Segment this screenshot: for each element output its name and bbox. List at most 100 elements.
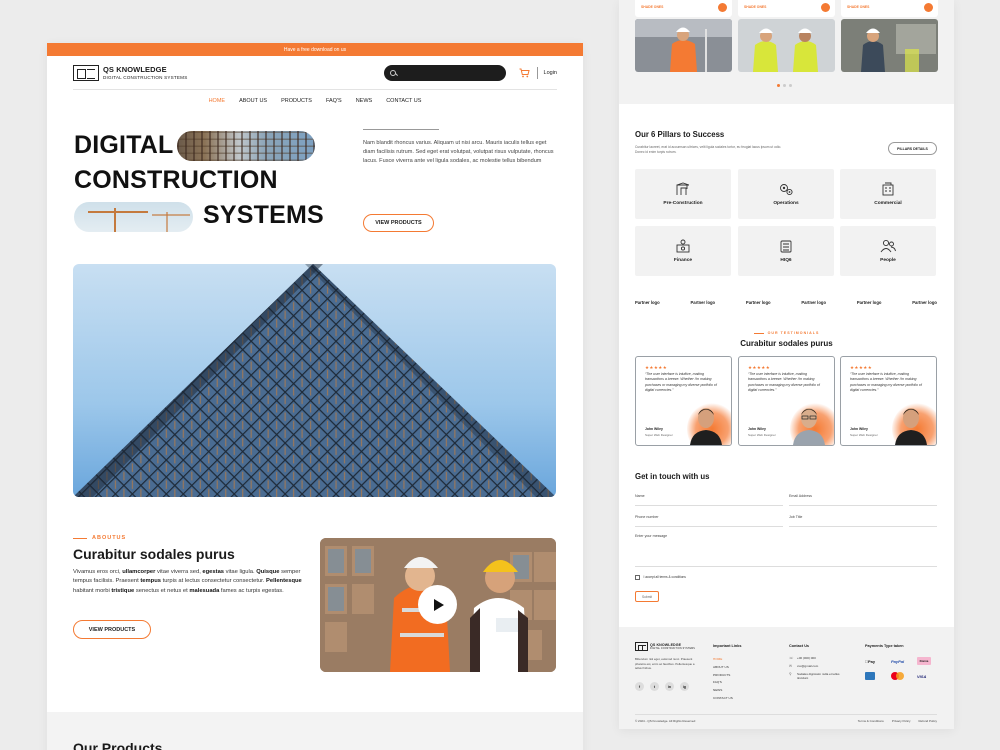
footer-phone[interactable]: +00 (000) 000 [797, 656, 816, 660]
terms-checkbox[interactable]: I accept all terms & conditions [635, 575, 686, 580]
terms-link[interactable]: Terms & Conditions [858, 719, 884, 723]
footer-logo[interactable]: QS KNOWLEDGE DIGITAL CONSTRUCTION SYSTEM… [635, 642, 695, 651]
site-logo[interactable]: QS KNOWLEDGE DIGITAL CONSTRUCTION SYSTEM… [73, 64, 187, 81]
product-card[interactable]: SHADE ONES [841, 0, 938, 72]
pillar-label: People [880, 258, 896, 263]
avatar [690, 408, 722, 445]
paypal-icon: PayPal [891, 658, 905, 664]
pillar-label: Commercial [874, 201, 902, 206]
product-card[interactable]: SHADE ONES [635, 0, 732, 72]
testimonial-name: John Wiley [850, 427, 868, 431]
footer-email[interactable]: xxx@gmail.com [797, 664, 818, 668]
nav-contact-us[interactable]: CONTACT US [386, 98, 421, 104]
testimonial-role: Super Web Designer [850, 433, 878, 437]
workers-image [635, 19, 732, 72]
footer-link-products[interactable]: PRODUCTS [713, 673, 733, 677]
hero-heading-line-1: DIGITAL [74, 131, 174, 159]
footer-links: HOME ABOUT US PRODUCTS FAQ'S NEWS CONTAC… [713, 657, 733, 700]
qs-logo-icon [635, 642, 648, 651]
testimonial-quote: “The user interface is intuitive, making… [748, 372, 820, 393]
arrow-icon[interactable] [924, 3, 933, 12]
partner-logo[interactable]: Partner logo [912, 300, 937, 305]
phone-icon: ☏ [789, 656, 794, 660]
workers-image [738, 19, 835, 72]
footer-address: Sodales dignissim nulla et tellus tincid… [797, 672, 840, 680]
rating-stars-icon: ★★★★★ [645, 365, 668, 370]
about-section: ABOUTUS Curabitur sodales purus Vivamus … [73, 535, 556, 675]
visa-icon: VISA [917, 673, 927, 679]
checkbox-icon[interactable] [635, 575, 640, 580]
partner-logo[interactable]: Partner logo [746, 300, 771, 305]
testimonial-role: Super Web Designer [748, 433, 776, 437]
search-input[interactable] [383, 64, 506, 81]
privacy-link[interactable]: Privacy Policy [892, 719, 911, 723]
testimonial-quote: “The user interface is intuitive, making… [850, 372, 922, 393]
footer-link-faqs[interactable]: FAQ'S [713, 680, 733, 684]
hero-rule [363, 129, 439, 130]
pillar-label: Operations [773, 201, 799, 206]
nav-products[interactable]: PRODUCTS [281, 98, 312, 104]
nav-faqs[interactable]: FAQ'S [326, 98, 342, 104]
pillar-card-pre-construction[interactable]: Pre-Construction [635, 169, 731, 219]
rating-stars-icon: ★★★★★ [748, 365, 771, 370]
rating-stars-icon: ★★★★★ [850, 365, 873, 370]
nav-home[interactable]: HOME [209, 98, 226, 104]
refund-link[interactable]: Refund Policy [918, 719, 937, 723]
play-icon[interactable] [418, 585, 457, 624]
crane-pill-image [74, 202, 193, 232]
product-card-label: SHADE ONES [744, 5, 767, 9]
pillar-label: Finance [673, 258, 693, 263]
submit-button[interactable]: Submit [635, 591, 659, 602]
facebook-icon[interactable]: f [635, 682, 644, 691]
cart-icon[interactable] [519, 68, 530, 78]
steel-frame-pill-image [177, 131, 315, 161]
carousel-dots[interactable] [777, 84, 792, 87]
pillar-card-people[interactable]: People [840, 226, 936, 276]
partner-logos: Partner logo Partner logo Partner logo P… [635, 300, 937, 305]
testimonial-role: Super Web Designer [645, 433, 673, 437]
pillars-description: Curabitur laoreet, erat id accumsan ultr… [635, 145, 782, 155]
instagram-icon[interactable]: ig [680, 682, 689, 691]
partner-logo[interactable]: Partner logo [635, 300, 660, 305]
pillar-card-operations[interactable]: Operations [738, 169, 834, 219]
people-icon [880, 239, 896, 253]
announcement-bar[interactable]: Have a free download on us [47, 43, 583, 56]
footer-link-news[interactable]: NEWS [713, 688, 733, 692]
message-field[interactable]: Enter your message [635, 534, 937, 567]
pillar-card-commercial[interactable]: Commercial [840, 169, 936, 219]
about-video[interactable] [320, 538, 556, 672]
nav-news[interactable]: NEWS [356, 98, 373, 104]
name-field[interactable]: Name [635, 494, 783, 506]
footer-link-home[interactable]: HOME [713, 657, 733, 661]
workers-image [841, 19, 938, 72]
partner-logo[interactable]: Partner logo [690, 300, 715, 305]
arrow-icon[interactable] [821, 3, 830, 12]
payments-title: Payments Type taken [865, 644, 904, 648]
email-field[interactable]: Email Address [789, 494, 937, 506]
about-view-products-button[interactable]: VIEW PRODUCTS [73, 620, 151, 639]
twitter-icon[interactable]: t [650, 682, 659, 691]
pillars-title: Our 6 Pillars to Success [635, 130, 725, 139]
payment-methods: Pay PayPal Klarna VISA [865, 657, 943, 680]
homepage-mockup-right: SHADE ONES SHADE ONES SHADE ONES Our 6 P… [619, 0, 954, 729]
view-products-button[interactable]: VIEW PRODUCTS [363, 214, 434, 232]
product-cards-band: SHADE ONES SHADE ONES SHADE ONES [619, 0, 954, 104]
job-title-field[interactable]: Job Title [789, 515, 937, 527]
avatar [793, 408, 825, 445]
testimonial-name: John Wiley [748, 427, 766, 431]
partner-logo[interactable]: Partner logo [801, 300, 826, 305]
footer-link-about[interactable]: ABOUT US [713, 665, 733, 669]
login-link[interactable]: Login [544, 70, 557, 76]
nav-about-us[interactable]: ABOUT US [239, 98, 267, 104]
product-card[interactable]: SHADE ONES [738, 0, 835, 72]
phone-field[interactable]: Phone number [635, 515, 783, 527]
footer-link-contact[interactable]: CONTACT US [713, 696, 733, 700]
pillar-card-hiq6[interactable]: HIQ6 [738, 226, 834, 276]
partner-logo[interactable]: Partner logo [857, 300, 882, 305]
pillar-card-finance[interactable]: Finance [635, 226, 731, 276]
linkedin-icon[interactable]: in [665, 682, 674, 691]
announcement-text[interactable]: Have a free download on us [284, 47, 346, 53]
crane-icon [676, 182, 690, 195]
arrow-icon[interactable] [718, 3, 727, 12]
pillars-details-button[interactable]: PILLARS DETAILS [888, 142, 937, 155]
